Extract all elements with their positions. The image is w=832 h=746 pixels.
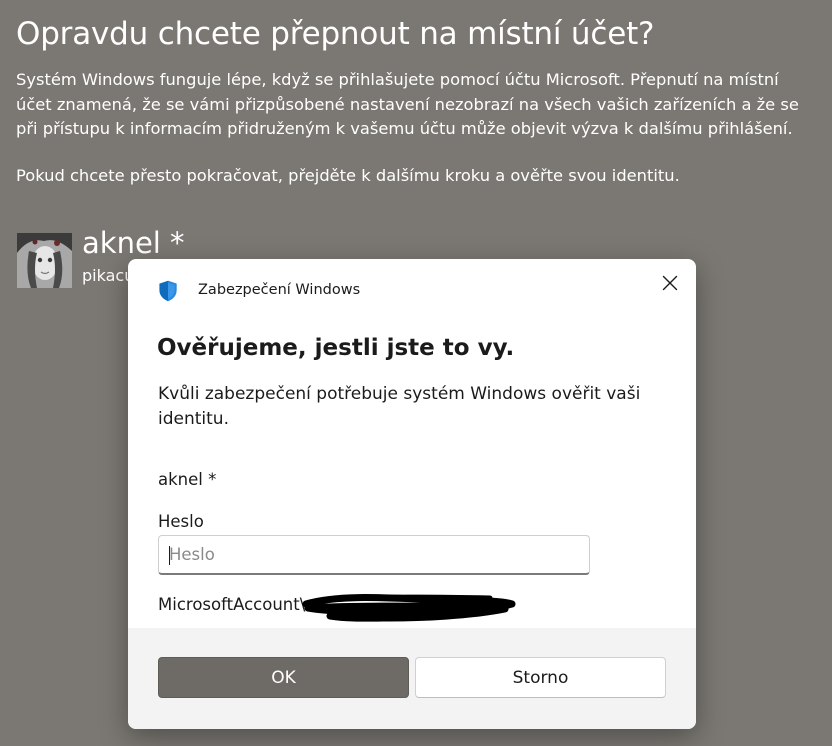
microsoft-account-label: MicrosoftAccount\ [158, 595, 306, 614]
ok-button[interactable]: OK [158, 657, 409, 698]
dialog-app-title: Zabezpečení Windows [198, 282, 361, 298]
close-button[interactable] [654, 267, 686, 299]
dialog-footer: OK Storno [128, 628, 696, 729]
close-icon [662, 275, 678, 291]
page-instruction: Pokud chcete přesto pokračovat, přejděte… [16, 166, 680, 185]
account-email: pikacu [82, 266, 135, 285]
cancel-button[interactable]: Storno [415, 657, 666, 698]
password-label: Heslo [158, 512, 204, 531]
dialog-description: Kvůli zabezpečení potřebuje systém Windo… [158, 384, 641, 429]
page-description: Systém Windows funguje lépe, když se při… [16, 70, 799, 138]
dialog-heading: Ověřujeme, jestli jste to vy. [157, 335, 515, 361]
shield-icon [159, 280, 177, 302]
password-input[interactable] [158, 535, 590, 575]
page-title: Opravdu chcete přepnout na místní účet? [16, 16, 655, 52]
avatar-image [17, 233, 72, 288]
dialog-username: aknel * [158, 470, 217, 489]
redaction-scribble [302, 594, 516, 622]
account-name: aknel * [82, 226, 185, 260]
windows-security-dialog: Zabezpečení Windows Ověřujeme, jestli js… [128, 259, 696, 729]
avatar [17, 233, 72, 288]
text-caret [169, 546, 170, 565]
dialog-header: Zabezpečení Windows [128, 259, 696, 323]
